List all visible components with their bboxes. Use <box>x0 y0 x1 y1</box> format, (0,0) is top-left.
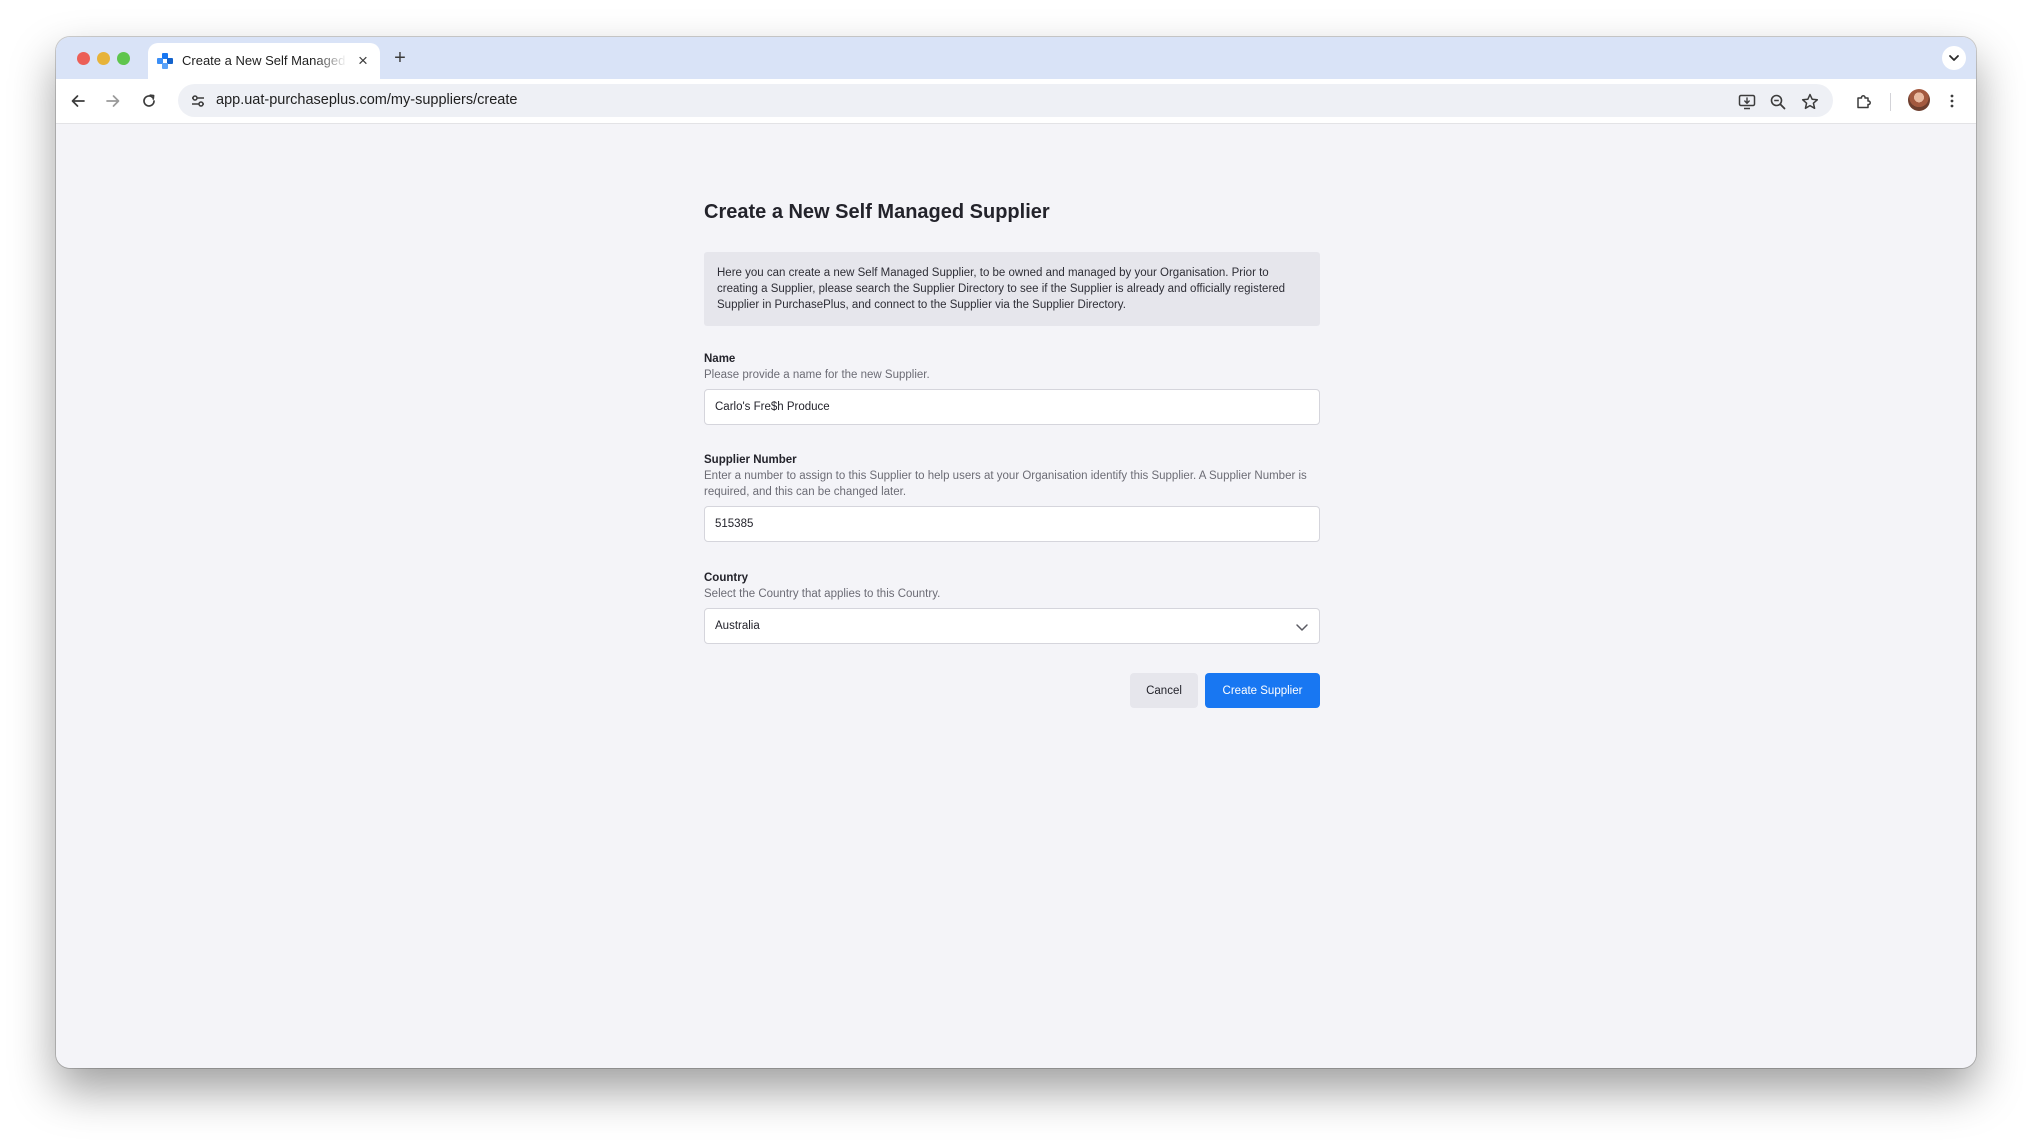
extensions-icon <box>1857 95 1871 109</box>
supplier-number-help: Enter a number to assign to this Supplie… <box>704 470 1307 498</box>
create-supplier-button[interactable]: Create Supplier <box>1205 673 1320 708</box>
address-bar[interactable]: app.uat-purchaseplus.com/my-suppliers/cr… <box>178 84 1833 117</box>
browser-window: Create a New Self Managed Supplier × + <box>56 37 1976 1068</box>
forward-button[interactable] <box>101 89 125 113</box>
tab-search-button[interactable] <box>1942 46 1966 70</box>
country-select-value: Australia <box>715 620 760 632</box>
minimize-window-button[interactable] <box>97 52 110 65</box>
name-help: Please provide a name for the new Suppli… <box>704 369 930 381</box>
tab-strip: Create a New Self Managed Supplier × + <box>56 37 1976 79</box>
browser-toolbar: app.uat-purchaseplus.com/my-suppliers/cr… <box>56 79 1976 124</box>
new-tab-button[interactable]: + <box>388 46 412 70</box>
tab-search-icon <box>1949 55 1959 61</box>
country-label: Country <box>704 572 749 584</box>
close-window-button[interactable] <box>77 52 90 65</box>
toolbar-divider <box>1890 93 1891 111</box>
screenshot-stage: Create a New Self Managed Supplier × + <box>0 0 2031 1142</box>
reload-icon <box>143 94 155 107</box>
intro-notice: Here you can create a new Self Managed S… <box>704 252 1320 326</box>
supplier-number-input[interactable] <box>704 506 1320 542</box>
purchaseplus-favicon-icon <box>157 53 173 69</box>
name-label: Name <box>704 353 736 365</box>
reload-button[interactable] <box>137 89 161 113</box>
country-select[interactable]: Australia <box>704 608 1320 644</box>
country-help: Select the Country that applies to this … <box>704 588 941 600</box>
forward-icon <box>106 95 120 107</box>
bookmark-star-icon[interactable] <box>1800 92 1820 112</box>
more-menu-icon <box>1950 94 1954 108</box>
more-menu-button[interactable] <box>1940 89 1964 113</box>
maximize-window-button[interactable] <box>117 52 130 65</box>
back-button[interactable] <box>66 89 90 113</box>
browser-tab-active[interactable]: Create a New Self Managed Supplier × <box>148 43 380 79</box>
cancel-button[interactable]: Cancel <box>1130 673 1198 708</box>
install-app-icon[interactable] <box>1737 92 1757 112</box>
tab-title: Create a New Self Managed Supplier <box>182 53 347 68</box>
supplier-number-label: Supplier Number <box>704 454 797 466</box>
address-url[interactable]: app.uat-purchaseplus.com/my-suppliers/cr… <box>216 92 517 108</box>
profile-avatar[interactable] <box>1908 89 1930 111</box>
chevron-down-icon <box>1296 624 1308 631</box>
extensions-button[interactable] <box>1852 89 1876 113</box>
back-icon <box>71 95 85 107</box>
page-title: Create a New Self Managed Supplier <box>704 201 1050 223</box>
zoom-icon[interactable] <box>1768 92 1788 112</box>
site-settings-icon[interactable] <box>189 92 207 110</box>
name-input[interactable] <box>704 389 1320 425</box>
page-content: Create a New Self Managed Supplier Here … <box>56 124 1976 1068</box>
tab-close-icon[interactable]: × <box>354 52 372 70</box>
